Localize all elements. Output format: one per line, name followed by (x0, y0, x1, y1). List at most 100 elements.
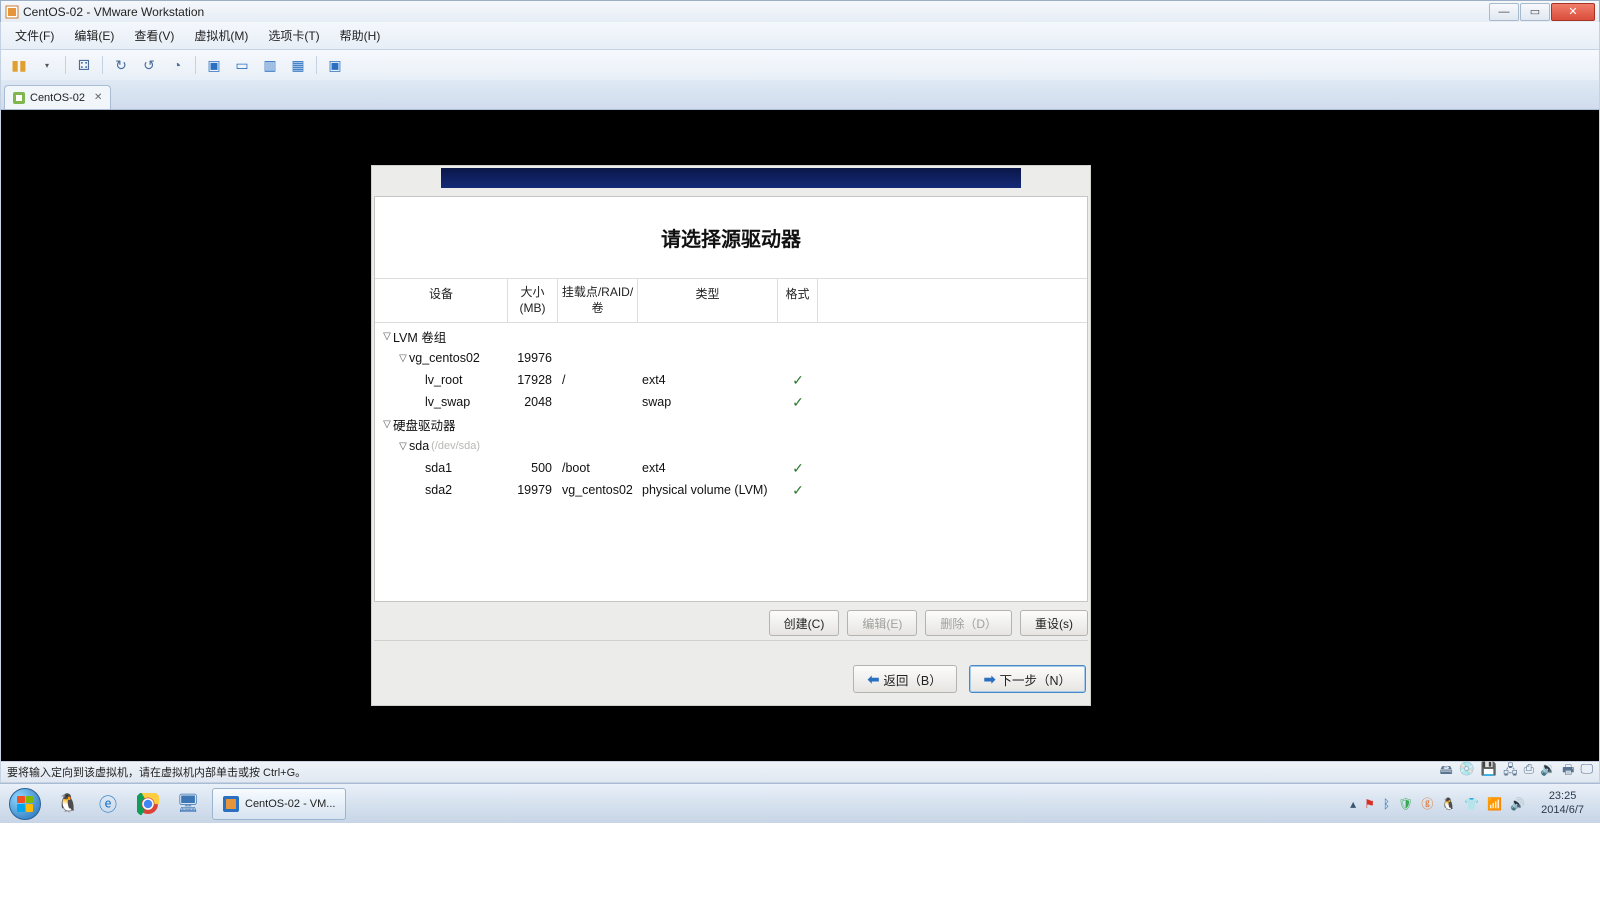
arrow-right-icon: ➡ (984, 671, 996, 688)
close-button[interactable]: ✕ (1551, 3, 1595, 21)
lv-swap[interactable]: lv_swap 2048 swap ✓ (375, 391, 1087, 413)
sda1-size: 500 (508, 461, 558, 475)
minimize-button[interactable]: — (1489, 3, 1519, 21)
clock-icon[interactable]: ◔ (168, 56, 186, 74)
volume-icon[interactable]: 🔊 (1510, 797, 1525, 811)
check-icon: ✓ (778, 394, 818, 411)
multiscreen3-icon[interactable]: ▥ (261, 56, 279, 74)
multiscreen2-icon[interactable]: ▭ (233, 56, 251, 74)
multiscreen1-icon[interactable]: ▣ (205, 56, 223, 74)
sogou-icon[interactable]: ⓖ (1421, 795, 1433, 812)
menu-edit[interactable]: 编辑(E) (64, 24, 124, 47)
vg-centos02[interactable]: ▽vg_centos02 19976 (375, 347, 1087, 369)
vm-tab-centos02[interactable]: CentOS-02 ✕ (4, 85, 111, 109)
lv-swap-size: 2048 (508, 395, 558, 409)
group-lvm-label: LVM 卷组 (393, 327, 446, 346)
pause-icon[interactable]: ▮▮ (10, 56, 28, 74)
back-button[interactable]: ⬅返回（B） (853, 665, 957, 693)
cd-icon[interactable]: 💿 (1459, 761, 1475, 783)
header-format: 格式 (778, 279, 818, 322)
clock-time: 23:25 (1541, 790, 1584, 804)
dropdown-arrow-icon[interactable]: ▾ (38, 56, 56, 74)
bluetooth-icon[interactable]: ᛒ (1383, 797, 1390, 811)
sda2-mount: vg_centos02 (558, 483, 638, 497)
app-root: CentOS-02 - VMware Workstation — ▭ ✕ 文件(… (0, 0, 1600, 900)
chevron-down-icon[interactable]: ▽ (397, 353, 409, 364)
sda2-name: sda2 (375, 483, 508, 497)
table-header: 设备 大小(MB) 挂载点/RAID/卷 类型 格式 (375, 278, 1087, 323)
usb-icon[interactable]: ⎙ (1524, 761, 1534, 783)
menu-help[interactable]: 帮助(H) (330, 24, 391, 47)
dialog-title: 请选择源驱动器 (375, 197, 1087, 278)
maximize-button[interactable]: ▭ (1520, 3, 1550, 21)
display-icon[interactable]: 🖵 (1580, 761, 1593, 783)
chevron-down-icon[interactable]: ▽ (381, 419, 393, 430)
edit-button: 编辑(E) (847, 610, 917, 636)
system-tray: ▴ ⚑ ᛒ 🛡 ⓖ 🐧 👕 📶 🔊 23:25 2014/6/7 (1350, 790, 1598, 818)
header-type: 类型 (638, 279, 778, 322)
check-icon: ✓ (778, 482, 818, 499)
header-size: 大小(MB) (508, 279, 558, 322)
tab-close-icon[interactable]: ✕ (94, 92, 102, 103)
next-button[interactable]: ➡下一步（N） (969, 665, 1086, 693)
vg-name: vg_centos02 (409, 351, 480, 365)
vm-tab-icon (13, 92, 25, 104)
nav-row: ⬅返回（B） ➡下一步（N） (372, 641, 1090, 705)
signal-icon[interactable]: 📶 (1487, 797, 1502, 811)
floppy-icon[interactable]: 💾 (1481, 761, 1497, 783)
task-label: CentOS-02 - VM... (245, 798, 335, 810)
qq-tray-icon[interactable]: 🐧 (1441, 797, 1456, 811)
group-harddrives[interactable]: ▽硬盘驱动器 (375, 413, 1087, 435)
disk-sda[interactable]: ▽sda(/dev/sda) (375, 435, 1087, 457)
menu-tabs[interactable]: 选项卡(T) (258, 24, 329, 47)
separator (65, 56, 66, 74)
next-label: 下一步（N） (999, 670, 1071, 689)
partition-sda1[interactable]: sda1 500 /boot ext4 ✓ (375, 457, 1087, 479)
shield-icon[interactable]: 🛡 (1398, 797, 1413, 811)
menu-view[interactable]: 查看(V) (124, 24, 184, 47)
sda-name: sda (409, 439, 429, 453)
create-button[interactable]: 创建(C) (769, 610, 840, 636)
header-device: 设备 (375, 279, 508, 322)
lv-root[interactable]: lv_root 17928 / ext4 ✓ (375, 369, 1087, 391)
lv-root-name: lv_root (375, 373, 508, 387)
titlebar: CentOS-02 - VMware Workstation — ▭ ✕ (0, 0, 1600, 22)
taskbar: 🐧 ⓔ 🖥 CentOS-02 - VM... ▴ ⚑ ᛒ 🛡 ⓖ 🐧 👕 📶 … (0, 783, 1600, 823)
skin-icon[interactable]: 👕 (1464, 797, 1479, 811)
group-lvm[interactable]: ▽LVM 卷组 (375, 325, 1087, 347)
network-icon[interactable]: 🖧 (1503, 761, 1518, 783)
chevron-down-icon[interactable]: ▽ (381, 331, 393, 342)
pinned-qq[interactable]: 🐧 (48, 786, 88, 822)
check-icon: ✓ (778, 372, 818, 389)
menu-file[interactable]: 文件(F) (5, 24, 64, 47)
unity-icon[interactable]: ▦ (289, 56, 307, 74)
printer-icon[interactable]: 🖶 (1562, 761, 1574, 783)
separator (195, 56, 196, 74)
chevron-down-icon[interactable]: ▽ (397, 441, 409, 452)
status-hint: 要将输入定向到该虚拟机，请在虚拟机内部单击或按 Ctrl+G。 (7, 764, 306, 780)
lv-root-size: 17928 (508, 373, 558, 387)
banner-strip (441, 168, 1021, 188)
menu-vm[interactable]: 虚拟机(M) (184, 24, 258, 47)
pinned-explorer[interactable]: 🖥 (168, 786, 208, 822)
reset-button[interactable]: 重设(s) (1020, 610, 1088, 636)
start-button[interactable] (2, 786, 48, 822)
flag-icon[interactable]: ⚑ (1364, 797, 1375, 811)
taskbar-item-vmware[interactable]: CentOS-02 - VM... (212, 788, 346, 820)
refresh-icon[interactable]: ↻ (112, 56, 130, 74)
pinned-ie[interactable]: ⓔ (88, 786, 128, 822)
pinned-chrome[interactable] (128, 786, 168, 822)
installer-banner (372, 166, 1090, 196)
partition-button-row: 创建(C) 编辑(E) 删除（D） 重设(s) (374, 610, 1088, 638)
vm-display[interactable]: 请选择源驱动器 设备 大小(MB) 挂载点/RAID/卷 类型 格式 ▽LVM … (0, 110, 1600, 761)
clock-back-icon[interactable]: ↺ (140, 56, 158, 74)
sound-icon[interactable]: 🔉 (1540, 761, 1556, 783)
hdd-icon[interactable]: 🖴 (1440, 761, 1453, 783)
installer-dialog: 请选择源驱动器 设备 大小(MB) 挂载点/RAID/卷 类型 格式 ▽LVM … (371, 165, 1091, 706)
partition-sda2[interactable]: sda2 19979 vg_centos02 physical volume (… (375, 479, 1087, 501)
screen-icon[interactable]: ⚃ (75, 56, 93, 74)
fullscreen-icon[interactable]: ▣ (326, 56, 344, 74)
clock[interactable]: 23:25 2014/6/7 (1533, 790, 1592, 818)
chevron-up-icon[interactable]: ▴ (1350, 797, 1356, 811)
vmware-devices-tray: 🖴 💿 💾 🖧 ⎙ 🔉 🖶 🖵 (1440, 761, 1593, 783)
